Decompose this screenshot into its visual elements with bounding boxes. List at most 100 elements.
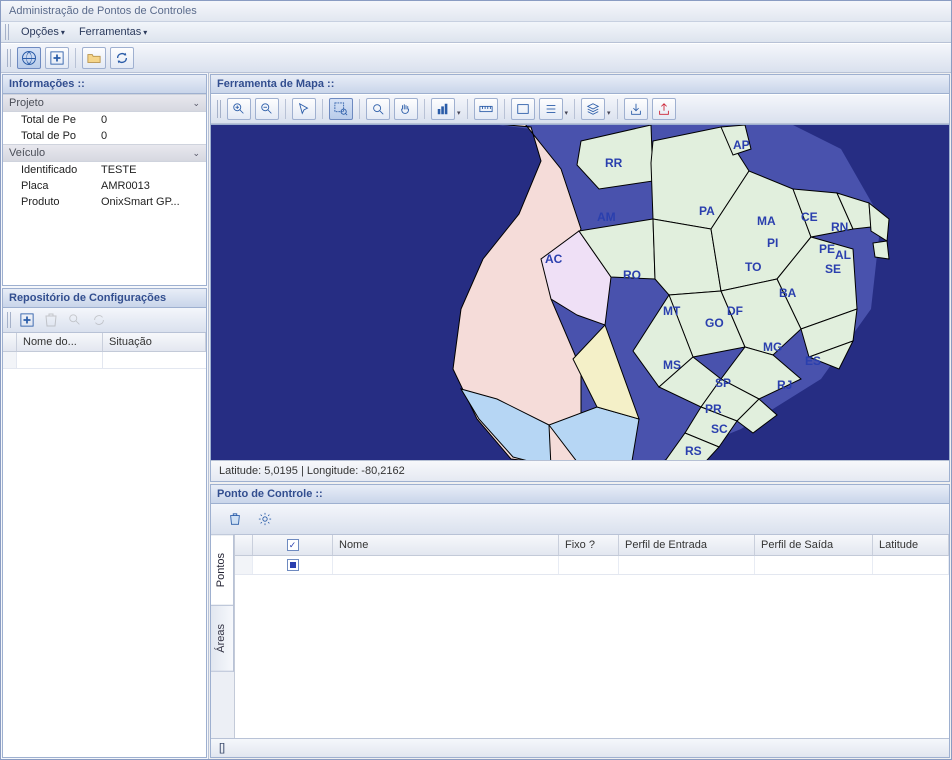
pc-grid-header: Nome Fixo ? Perfil de Entrada Perfil de … [235,535,949,556]
menu-ferramentas[interactable]: Ferramentas▾ [73,24,153,40]
map-rect-button[interactable] [511,98,535,120]
map-pan-button[interactable] [394,98,418,120]
checkbox-icon[interactable] [287,539,299,551]
tool-project-button[interactable] [17,47,41,69]
pc-body: Pontos Áreas Nome Fixo ? Perfil de Entra… [211,535,949,738]
menu-opcoes[interactable]: Opções▾ [15,24,71,40]
pc-vertical-tabs: Pontos Áreas [211,535,235,738]
pc-settings-button[interactable] [253,508,277,530]
col-check[interactable] [253,535,333,555]
pointer-icon [297,102,311,116]
map-list-button[interactable] [539,98,563,120]
svg-text:SC: SC [711,422,728,436]
map-viewport[interactable]: RR AP AM PA MA PI CE RN PE AL SE AC RO T… [211,124,949,460]
map-zoom-in-button[interactable] [227,98,251,120]
chevron-down-icon: ⌄ [192,148,200,159]
repo-add-button[interactable] [17,311,37,329]
map-zoom-area-button[interactable] [329,98,353,120]
refresh-icon [92,313,106,327]
svg-text:PE: PE [819,242,835,256]
col-situacao[interactable]: Situação [103,333,206,351]
dropdown-caret-icon[interactable]: ▾ [607,109,611,120]
ponto-controle-panel: Ponto de Controle :: Pontos Áreas [210,484,950,758]
map-zoom-out-button[interactable] [255,98,279,120]
section-projeto[interactable]: Projeto ⌄ [3,94,206,112]
col-fixo[interactable]: Fixo ? [559,535,619,555]
svg-text:MG: MG [763,340,782,354]
svg-text:TO: TO [745,260,761,274]
svg-text:GO: GO [705,316,724,330]
pc-toolbar [211,504,949,535]
caret-down-icon: ▾ [61,28,65,37]
separator [424,99,425,119]
toolbar-grip[interactable] [217,100,223,118]
svg-text:PI: PI [767,236,778,250]
svg-text:AM: AM [597,210,616,224]
kv-row: PlacaAMR0013 [3,178,206,194]
col-perfil-entrada[interactable]: Perfil de Entrada [619,535,755,555]
zoom-out-icon [260,102,274,116]
col-perfil-saida[interactable]: Perfil de Saída [755,535,873,555]
tool-add-button[interactable] [45,47,69,69]
trash-icon [45,313,57,327]
tab-areas[interactable]: Áreas [211,605,234,672]
map-toolbar: ▾ ▾ ▾ [211,94,949,124]
map-measure-button[interactable] [474,98,498,120]
svg-text:PR: PR [705,402,722,416]
svg-text:BA: BA [779,286,797,300]
pc-grid-row[interactable] [235,556,949,575]
chart-icon [436,102,450,116]
repo-panel-header: Repositório de Configurações [3,289,206,308]
col-nome[interactable]: Nome do... [17,333,103,351]
export-icon [629,102,643,116]
tab-pontos[interactable]: Pontos [211,534,234,606]
repo-delete-button [41,311,61,329]
map-zoom-extent-button[interactable] [366,98,390,120]
repo-empty-row [3,352,206,369]
dropdown-caret-icon[interactable]: ▾ [457,109,461,120]
window-title: Administração de Pontos de Controles [9,5,197,17]
repo-panel: Repositório de Configurações Nome do... … [2,288,207,758]
rect-icon [516,102,530,116]
separator [504,99,505,119]
svg-text:DF: DF [727,304,743,318]
dropdown-caret-icon[interactable]: ▾ [565,109,569,120]
gear-icon [258,512,272,526]
tool-refresh-button[interactable] [110,47,134,69]
svg-text:RS: RS [685,444,702,458]
globe-icon [22,51,36,65]
checkbox-icon[interactable] [287,559,299,571]
col-nome[interactable]: Nome [333,535,559,555]
map-chart-button[interactable] [431,98,455,120]
info-panel-header: Informações :: [3,75,206,94]
plus-icon [20,313,34,327]
toolbar-grip[interactable] [7,312,13,328]
section-veiculo[interactable]: Veículo ⌄ [3,144,206,162]
menubar-grip[interactable] [5,24,11,40]
svg-text:RJ: RJ [777,378,792,392]
kv-row: Total de Pe0 [3,112,206,128]
map-layers-button[interactable] [581,98,605,120]
kv-row: Total de Po0 [3,128,206,144]
map-export-button[interactable] [624,98,648,120]
svg-text:RR: RR [605,156,623,170]
toolbar-grip[interactable] [7,49,13,67]
folder-open-icon [87,51,101,65]
body: Informações :: Projeto ⌄ Total de Pe0 To… [1,73,951,759]
hand-icon [399,102,413,116]
map-svg: RR AP AM PA MA PI CE RN PE AL SE AC RO T… [401,124,949,460]
tool-open-button[interactable] [82,47,106,69]
row-header-col [3,333,17,351]
map-import-button[interactable] [652,98,676,120]
right-column: Ferramenta de Mapa :: ▾ [209,73,951,759]
separator [574,99,575,119]
chevron-down-icon: ⌄ [192,98,200,109]
zoom-area-icon [334,102,348,116]
pc-delete-button[interactable] [223,508,247,530]
map-panel-header: Ferramenta de Mapa :: [211,75,949,94]
svg-text:RO: RO [623,268,641,282]
col-latitude[interactable]: Latitude [873,535,949,555]
map-pointer-button[interactable] [292,98,316,120]
app-window: Administração de Pontos de Controles Opç… [0,0,952,760]
svg-text:PA: PA [699,204,715,218]
